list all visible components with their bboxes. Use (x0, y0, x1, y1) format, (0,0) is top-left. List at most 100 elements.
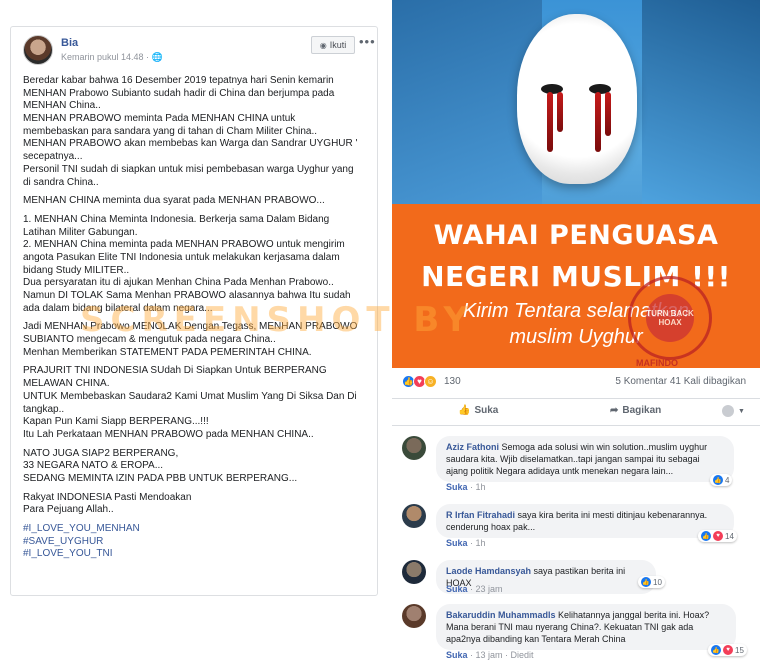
comment-reaction-count: 10 (653, 577, 662, 587)
comment-avatar[interactable] (402, 436, 426, 460)
post-line: Rakyat INDONESIA Pasti Mendoakan (23, 491, 192, 503)
post-line: tangkap.. (23, 403, 65, 415)
post-line: Namun DI TOLAK Sama Menhan PRABOWO alasa… (23, 290, 351, 301)
comment-reactions[interactable]: 👍 4 (710, 474, 733, 486)
comment-like-link[interactable]: Suka (446, 482, 468, 492)
comment-meta: Suka · 1h (446, 538, 486, 548)
post-card: Bia Kemarin pukul 14.48 · 🌐 ◉ Ikuti ••• … (10, 26, 378, 596)
comment-like-link[interactable]: Suka (446, 650, 468, 660)
comment-time[interactable]: 23 jam (476, 584, 503, 594)
comment-text: Mana berani TNI mau nyerang China?. Keku… (446, 622, 694, 632)
like-reaction-icon: 👍 (641, 577, 651, 587)
post-line: ada dalam bidang bilateral dalam negara.… (23, 302, 213, 314)
image-background-right (642, 0, 760, 210)
chevron-down-icon: ▼ (738, 407, 745, 415)
comment: Bakaruddin Muhammadls Kelihatannya jangg… (402, 604, 752, 660)
post-line: UNTUK Membebaskan Saudara2 Kami Umat Mus… (23, 390, 357, 402)
comment-author[interactable]: Laode Hamdansyah (446, 566, 531, 576)
post-line: di sandra China.. (23, 176, 99, 188)
comment-author[interactable]: R Irfan Fitrahadi (446, 510, 515, 520)
comment-author[interactable]: Aziz Fathoni (446, 442, 499, 452)
post-image[interactable]: WAHAI PENGUASA NEGERI MUSLIM !!! Kirim T… (392, 0, 760, 368)
comment-text: apa2nya dibanding kan Tentara Merah Chin… (446, 634, 626, 644)
post-line: bidang Study MILITER.. (23, 264, 130, 276)
comment-reactions[interactable]: 👍 ♥ 15 (708, 644, 747, 656)
comment-text: saya kira berita ini mesti ditinjau kebe… (515, 510, 708, 520)
post-line: Menhan Memberikan STATEMENT PADA PEMERIN… (23, 346, 312, 358)
comment: Aziz Fathoni Semoga ada solusi win win s… (402, 436, 752, 494)
post-line: Dua persyaratan itu di ajukan Menhan Chi… (23, 277, 334, 289)
blood-tear-left (547, 92, 553, 152)
comment-text: cenderung hoax pak... (446, 522, 536, 532)
post-line: SEDANG MEMINTA IZIN PADA PBB UNTUK BERPE… (23, 472, 298, 484)
comment-avatar[interactable] (402, 560, 426, 584)
comment-like-link[interactable]: Suka (446, 584, 468, 594)
comment-time[interactable]: 1h (476, 538, 486, 548)
comment-reactions[interactable]: 👍 ♥ 14 (698, 530, 737, 542)
share-arrow-icon: ➦ (610, 405, 619, 416)
like-reaction-icon: 👍 (713, 475, 723, 485)
reaction-count[interactable]: 130 (444, 376, 461, 387)
blood-tear-right (595, 92, 601, 152)
author-name[interactable]: Bia (61, 37, 78, 49)
timestamp-text[interactable]: Kemarin pukul 14.48 · (61, 52, 152, 62)
comment-reaction-count: 14 (725, 531, 734, 541)
post-line: SUBIANTO mengecam & mengutuk pada negara… (23, 334, 276, 346)
comment: R Irfan Fitrahadi saya kira berita ini m… (402, 504, 752, 550)
like-reaction-icon: 👍 (701, 531, 711, 541)
comment-text: saudara kita. Wjib diselamatkan..tapi ja… (446, 454, 700, 464)
comment-meta: Suka · 13 jam · Diedit (446, 650, 534, 660)
comment-author[interactable]: Bakaruddin Muhammadls (446, 610, 556, 620)
like-reaction-icon: 👍 (711, 645, 721, 655)
comment-bubble: R Irfan Fitrahadi saya kira berita ini m… (436, 504, 734, 538)
comment: Laode Hamdansyah saya pastikan berita in… (402, 560, 752, 594)
post-line: PRAJURIT TNI INDONESIA SUdah Di Siapkan … (23, 365, 327, 377)
comment-reaction-count: 15 (735, 645, 744, 655)
post-line: NATO JUGA SIAP2 BERPERANG, (23, 447, 179, 459)
comment-avatar[interactable] (402, 604, 426, 628)
turnbackhoax-stamp: TURN BACK HOAX (628, 276, 712, 360)
post-line: secepatnya... (23, 151, 83, 163)
stamp-label: MAFINDO (636, 358, 678, 368)
comment-avatar[interactable] (402, 504, 426, 528)
hashtag-link[interactable]: #I_LOVE_YOU_MENHAN (23, 523, 371, 536)
share-button[interactable]: ➦ Bagikan (610, 405, 661, 416)
comment-reaction-count: 4 (725, 475, 730, 485)
banner-title-1: WAHAI PENGUASA (433, 220, 719, 251)
love-reaction-icon: ♥ (713, 531, 723, 541)
post-line: MENHAN PRABOWO akan membebas kan Warga d… (23, 138, 358, 150)
white-mask-figure (517, 14, 637, 184)
post-line: 2. MENHAN China meminta pada MENHAN PRAB… (23, 239, 345, 251)
comment-bubble: Aziz Fathoni Semoga ada solusi win win s… (436, 436, 734, 482)
comment-edited[interactable]: Diedit (511, 650, 534, 660)
love-reaction-icon: ♥ (723, 645, 733, 655)
blood-tear-left-2 (557, 92, 563, 132)
haha-reaction-icon[interactable]: ☺ (424, 375, 437, 388)
more-options-icon[interactable]: ••• (359, 34, 376, 49)
post-line: Jadi MENHAN Prabowo MENOLAK Dengan Tegas… (23, 321, 358, 333)
follow-label: Ikuti (329, 40, 347, 50)
divider (384, 0, 392, 661)
comment-like-link[interactable]: Suka (446, 538, 468, 548)
post-timestamp[interactable]: Kemarin pukul 14.48 · 🌐 (61, 52, 163, 63)
comment-share-count[interactable]: 5 Komentar 41 Kali dibagikan (615, 376, 746, 387)
post-line: Kapan Pun Kami Siapp BERPERANG...!!! (23, 416, 209, 428)
reaction-stats: 👍 ♥ ☺ 130 5 Komentar 41 Kali dibagikan (392, 374, 760, 392)
hashtag-link[interactable]: #I_LOVE_YOU_TNI (23, 548, 371, 561)
media-panel: WAHAI PENGUASA NEGERI MUSLIM !!! Kirim T… (392, 0, 768, 661)
comment-time[interactable]: 1h (476, 482, 486, 492)
audience-selector[interactable]: ▼ (722, 405, 745, 417)
author-avatar[interactable] (23, 35, 53, 65)
like-button[interactable]: 👍 Suka (458, 405, 498, 416)
comment-reactions[interactable]: 👍 10 (638, 576, 665, 588)
comment-text: Semoga ada solusi win win solution..musl… (499, 442, 708, 452)
blood-tear-right-2 (605, 92, 611, 136)
comment-meta: Suka · 1h (446, 482, 486, 492)
action-bar: 👍 Suka ➦ Bagikan ▼ (392, 398, 760, 426)
post-line: Latihan Militer Gabungan. (23, 226, 138, 238)
post-line: Itu Lah Perkataan MENHAN PRABOWO pada ME… (23, 428, 314, 440)
post-line: 33 NEGARA NATO & EROPA... (23, 460, 164, 472)
comment-time[interactable]: 13 jam (476, 650, 503, 660)
hashtag-link[interactable]: #SAVE_UYGHUR (23, 536, 371, 549)
follow-button[interactable]: ◉ Ikuti (311, 36, 355, 54)
